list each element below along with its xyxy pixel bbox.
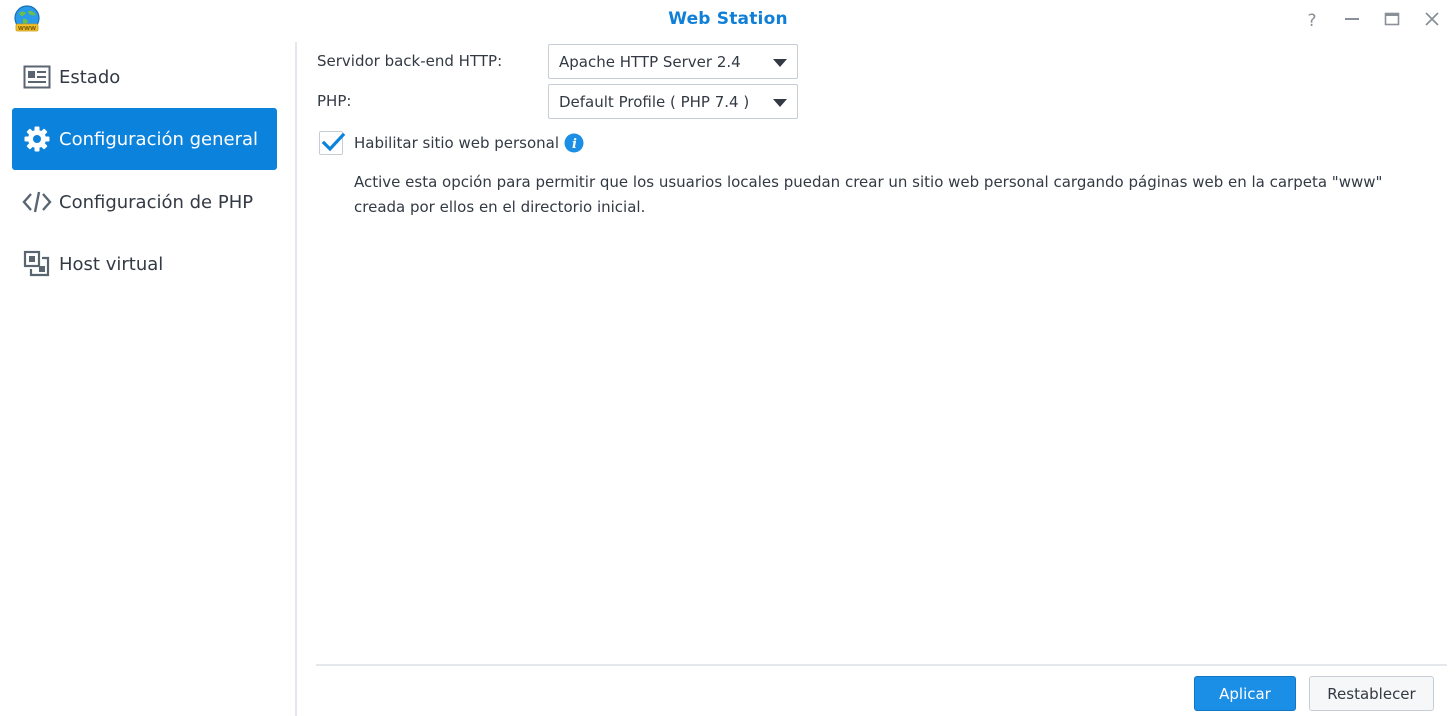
minimize-icon[interactable] [1341, 8, 1363, 30]
checkmark-icon [321, 132, 346, 152]
sidebar-item-estado[interactable]: Estado [12, 46, 277, 108]
dropdown-arrow-icon [773, 59, 787, 67]
sidebar-item-label: Configuración general [59, 128, 259, 150]
sidebar-item-label: Configuración de PHP [59, 191, 254, 213]
sidebar-item-configuracion-php[interactable]: Configuración de PHP [12, 171, 277, 233]
apply-button[interactable]: Aplicar [1194, 676, 1296, 711]
reset-button[interactable]: Restablecer [1309, 676, 1434, 711]
footer-divider [316, 664, 1447, 666]
virtual-host-icon [22, 249, 52, 279]
backend-server-select[interactable]: Apache HTTP Server 2.4 [548, 44, 798, 79]
window-title: Web Station [668, 9, 788, 29]
backend-server-label: Servidor back-end HTTP: [317, 52, 503, 70]
php-profile-value: Default Profile ( PHP 7.4 ) [559, 93, 750, 111]
code-icon [22, 187, 52, 217]
dropdown-arrow-icon [773, 99, 787, 107]
svg-text:i: i [572, 137, 577, 152]
help-icon[interactable]: ? [1301, 8, 1323, 31]
sidebar-item-configuracion-general[interactable]: Configuración general [12, 108, 277, 170]
php-profile-select[interactable]: Default Profile ( PHP 7.4 ) [548, 84, 798, 119]
svg-text:?: ? [1307, 11, 1316, 30]
sidebar-item-label: Host virtual [59, 253, 164, 275]
maximize-icon[interactable] [1381, 8, 1403, 30]
php-label: PHP: [317, 92, 352, 110]
close-icon[interactable] [1421, 8, 1443, 30]
sidebar-item-label: Estado [59, 66, 121, 88]
personal-site-label[interactable]: Habilitar sitio web personal [354, 134, 559, 152]
personal-site-description: Active esta opción para permitir que los… [354, 173, 1383, 216]
sidebar-item-host-virtual[interactable]: Host virtual [12, 233, 277, 295]
gear-icon [22, 124, 52, 154]
backend-server-value: Apache HTTP Server 2.4 [559, 53, 741, 71]
personal-site-checkbox[interactable] [319, 131, 346, 155]
title-bar: WWW Web Station ? [0, 0, 1456, 38]
status-card-icon [22, 62, 52, 92]
info-icon[interactable]: i [564, 133, 584, 153]
sidebar-divider [295, 42, 297, 716]
